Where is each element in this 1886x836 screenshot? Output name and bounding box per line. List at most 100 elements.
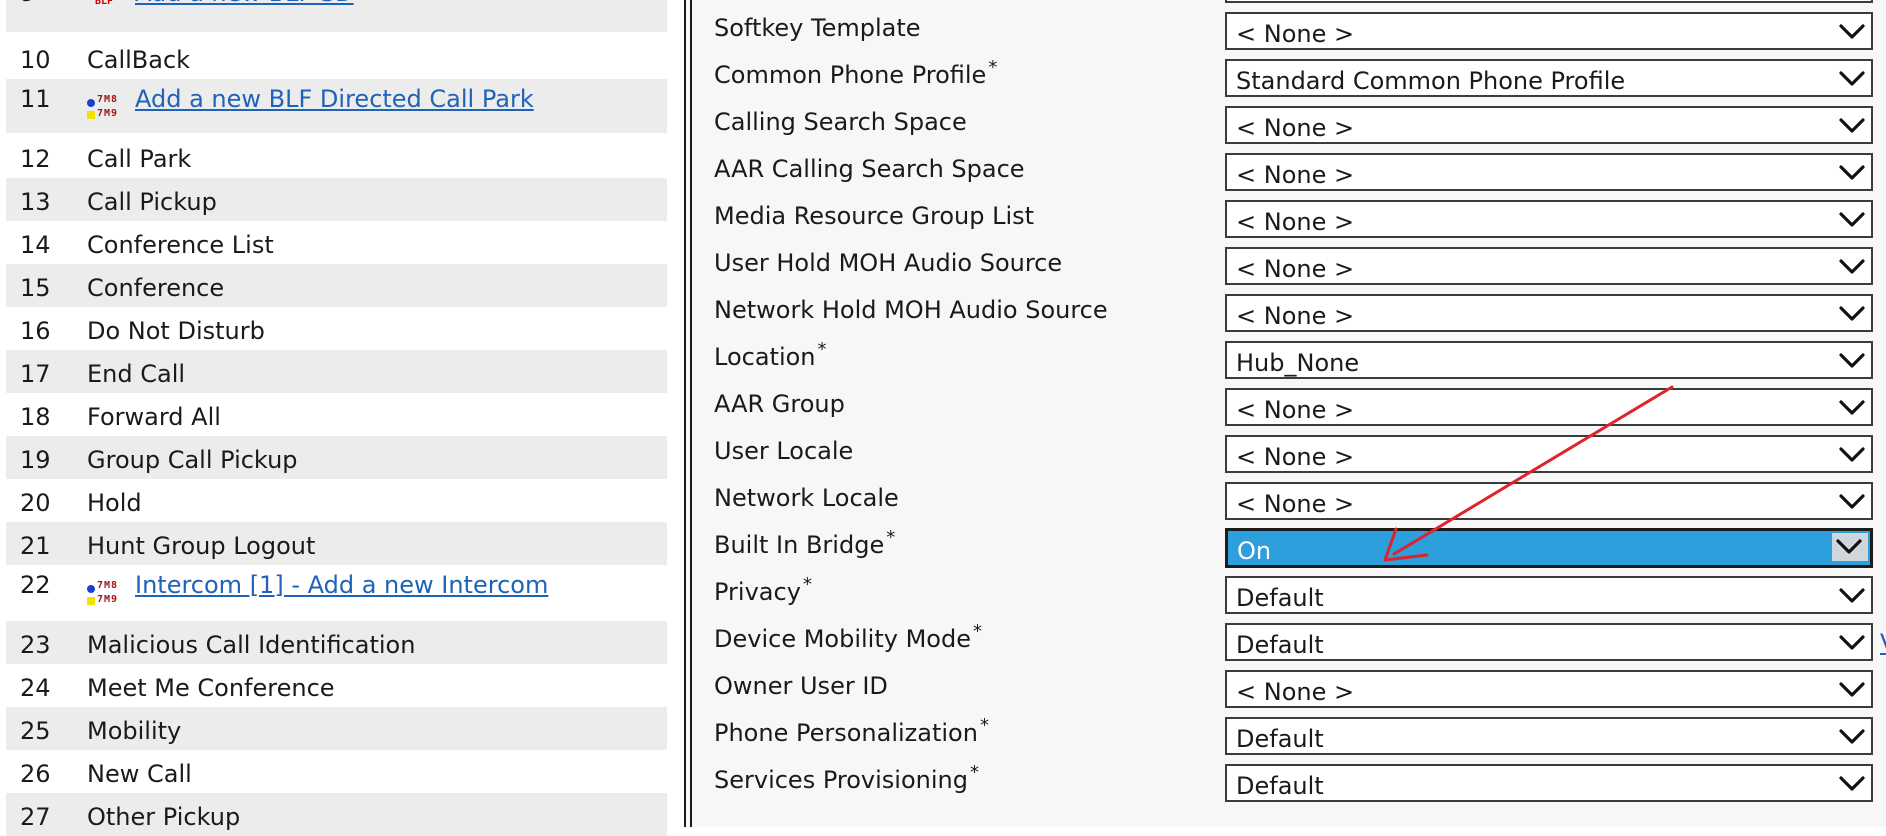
field-label-text: Services Provisioning (714, 766, 968, 794)
row-number: 18 (20, 403, 51, 431)
field-label-text: Media Resource Group List (714, 202, 1035, 230)
field-label-text: AAR Group (714, 390, 845, 418)
field-label: Network Hold MOH Audio Source (714, 298, 1108, 322)
select-value: < None > (1236, 678, 1355, 706)
select-value: Default (1236, 584, 1324, 612)
list-item-label: Hunt Group Logout (87, 532, 316, 560)
add-line-link[interactable]: Add a new BLF Directed Call Park (135, 87, 534, 111)
list-item[interactable]: 9 BLF Add a new BLF SD (6, 0, 667, 32)
field-row-phone-button-template: Phone Button Template*Standard 7962G SCC… (692, 0, 1886, 12)
chevron-down-icon (1839, 23, 1865, 41)
select-value: < None > (1236, 114, 1355, 142)
common-phone-profile-select[interactable]: Standard Common Phone Profile (1225, 59, 1873, 97)
built-in-bridge-select[interactable]: On (1225, 528, 1873, 568)
phone-personalization-select[interactable]: Default (1225, 717, 1873, 755)
row-number: 19 (20, 446, 51, 474)
list-item: 24 Meet Me Conference (6, 664, 667, 707)
field-row-softkey-template: Softkey Template < None > (692, 12, 1886, 59)
list-item[interactable]: 22 7M8 7M9 Intercom [1] - Add a new Interco… (6, 565, 667, 619)
list-item: 20 Hold (6, 479, 667, 522)
field-label-text: Network Locale (714, 484, 899, 512)
list-item-label: Conference List (87, 231, 274, 259)
row-number: 11 (20, 85, 51, 113)
list-item: 25 Mobility (6, 707, 667, 750)
list-item-label: Meet Me Conference (87, 674, 335, 702)
chevron-down-icon (1839, 634, 1865, 652)
select-value: Standard Common Phone Profile (1236, 67, 1626, 95)
list-item: 21 Hunt Group Logout (6, 522, 667, 565)
field-label-text: User Locale (714, 437, 854, 465)
field-label-text: Softkey Template (714, 14, 921, 42)
aar-group-select[interactable]: < None > (1225, 388, 1873, 426)
field-label-text: Built In Bridge (714, 531, 885, 559)
list-item-label: Mobility (87, 717, 182, 745)
chevron-down-icon (1839, 258, 1865, 276)
calling-search-space-select[interactable]: < None > (1225, 106, 1873, 144)
privacy-select[interactable]: Default (1225, 576, 1873, 614)
field-label: Location * (714, 341, 827, 370)
select-value: Default (1236, 631, 1324, 659)
user-hold-moh-audio-source-select[interactable]: < None > (1225, 247, 1873, 285)
field-label-text: Phone Personalization (714, 719, 978, 747)
list-item-label: Call Pickup (87, 188, 217, 216)
required-asterisk-icon: * (802, 574, 812, 595)
row-number: 9 (20, 0, 35, 5)
field-row-device-mobility-mode: Device Mobility Mode* Default V (692, 623, 1886, 670)
row-number: 14 (20, 231, 51, 259)
field-row-privacy: Privacy * Default (692, 576, 1886, 623)
chevron-down-icon (1839, 352, 1865, 370)
network-locale-select[interactable]: < None > (1225, 482, 1873, 520)
chevron-down-icon (1839, 164, 1865, 182)
field-row-network-locale: Network Locale < None > (692, 482, 1886, 529)
chevron-down-icon (1836, 538, 1862, 556)
field-label-text: Privacy (714, 578, 801, 606)
add-line-link[interactable]: Add a new BLF SD (135, 0, 354, 5)
media-resource-group-list-select[interactable]: < None > (1225, 200, 1873, 238)
select-value: Hub_None (1236, 349, 1360, 377)
list-item-label: Group Call Pickup (87, 446, 298, 474)
field-row-owner-user-id: Owner User ID < None > (692, 670, 1886, 717)
list-item-label: Call Park (87, 145, 192, 173)
field-label: Softkey Template (714, 16, 921, 40)
field-label-text: AAR Calling Search Space (714, 155, 1025, 183)
list-item-label: Malicious Call Identification (87, 631, 416, 659)
list-item-label: Forward All (87, 403, 221, 431)
select-value: Default (1236, 725, 1324, 753)
services-provisioning-select[interactable]: Default (1225, 764, 1873, 802)
row-number: 22 (20, 571, 51, 599)
owner-user-id-select[interactable]: < None > (1225, 670, 1873, 708)
row-number: 20 (20, 489, 51, 517)
user-locale-select[interactable]: < None > (1225, 435, 1873, 473)
row-number: 23 (20, 631, 51, 659)
list-item: 19 Group Call Pickup (6, 436, 667, 479)
softkey-template-select[interactable]: < None > (1225, 12, 1873, 50)
list-item: 23 Malicious Call Identification (6, 621, 667, 664)
field-label: Privacy * (714, 576, 812, 606)
chevron-down-icon (1839, 211, 1865, 229)
select-value: < None > (1236, 490, 1355, 518)
field-row-user-hold-moh-audio-source: User Hold MOH Audio Source < None > (692, 247, 1886, 294)
location-select[interactable]: Hub_None (1225, 341, 1873, 379)
row-number: 16 (20, 317, 51, 345)
list-item-label: Do Not Disturb (87, 317, 265, 345)
view-details-link[interactable]: V (1880, 629, 1886, 657)
field-label-text: Network Hold MOH Audio Source (714, 296, 1108, 324)
field-label-text: Device Mobility Mode (714, 625, 971, 653)
chevron-down-icon (1839, 728, 1865, 746)
device-mobility-mode-select[interactable]: Default (1225, 623, 1873, 661)
required-asterisk-icon: * (988, 57, 998, 78)
field-row-location: Location * Hub_None (692, 341, 1886, 388)
field-label: Built In Bridge * (714, 529, 895, 559)
row-number: 13 (20, 188, 51, 216)
field-label: Calling Search Space (714, 110, 967, 134)
list-item[interactable]: 11 7M8 7M9 Add a new BLF Directed Call Park (6, 79, 667, 133)
field-row-network-hold-moh-audio-source: Network Hold MOH Audio Source < None > (692, 294, 1886, 341)
network-hold-moh-audio-source-select[interactable]: < None > (1225, 294, 1873, 332)
aar-calling-search-space-select[interactable]: < None > (1225, 153, 1873, 191)
device-information-panel: Phone Button Template*Standard 7962G SCC… (692, 0, 1886, 827)
add-line-link[interactable]: Intercom [1] - Add a new Intercom (135, 573, 548, 597)
field-row-built-in-bridge: Built In Bridge * On (692, 528, 1886, 576)
list-item: 16 Do Not Disturb (6, 307, 667, 350)
phone-button-template-select[interactable]: Standard 7962G SCCP (1225, 0, 1873, 3)
row-number: 10 (20, 46, 51, 74)
